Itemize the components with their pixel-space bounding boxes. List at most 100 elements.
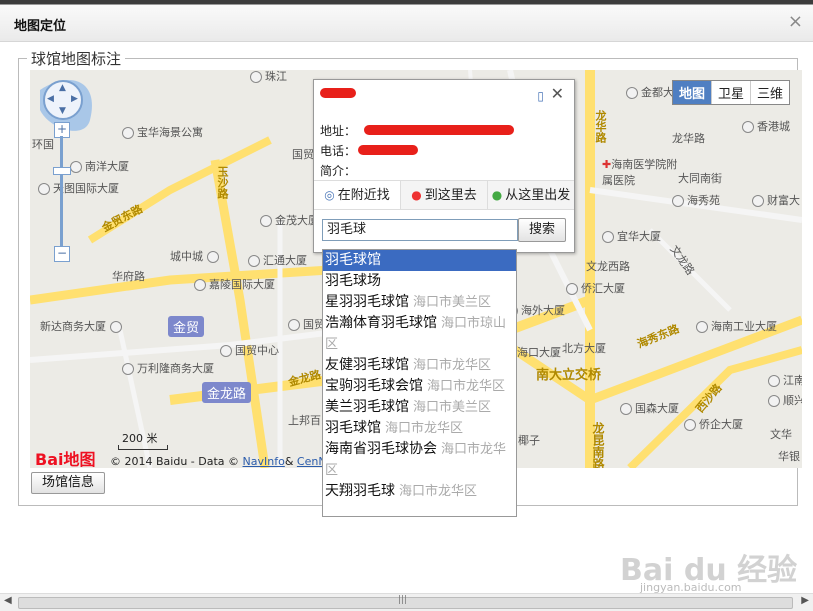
map-type-satellite[interactable]: 卫星 xyxy=(710,81,750,104)
map-area-label: 金贸 xyxy=(168,316,205,337)
map-label: 侨企大厦 xyxy=(684,416,743,432)
map-label: ✚海南医学院附属医院 xyxy=(602,158,678,187)
map-label: 宜华大厦 xyxy=(602,228,661,244)
map-label: 江南 xyxy=(768,372,802,388)
map-label: 文龙西路 xyxy=(586,260,630,273)
map-label: 海南工业大厦 xyxy=(696,318,777,334)
poi-icon xyxy=(122,127,134,139)
map-label: 新达商务大厦 xyxy=(40,318,125,334)
redacted-address xyxy=(364,125,514,135)
close-icon[interactable]: × xyxy=(788,11,803,32)
info-window-close-icon[interactable]: ✕ xyxy=(551,84,564,103)
scroll-left-icon[interactable]: ◀ xyxy=(4,595,12,606)
suggestion-item[interactable]: 宝驹羽毛球会馆 海口市龙华区 xyxy=(323,376,516,397)
map-label: 嘉陵国际大厦 xyxy=(194,276,275,292)
pan-right-icon[interactable]: ▶ xyxy=(71,94,78,104)
poi-icon xyxy=(260,215,272,227)
address-label: 地址： xyxy=(320,124,357,138)
suggestion-item[interactable]: 美兰羽毛球馆 海口市美兰区 xyxy=(323,397,516,418)
poi-icon xyxy=(288,319,300,331)
map-copyright: © 2014 Baidu - Data © NavInfo& CenNavi & xyxy=(110,455,355,468)
map-label: 汇通大厦 xyxy=(248,252,307,268)
map-label: 宝华海景公寓 xyxy=(122,124,203,140)
poi-icon xyxy=(696,321,708,333)
map-label: 顺兴大 xyxy=(768,392,802,408)
navinfo-link[interactable]: NavInfo xyxy=(243,455,285,468)
hospital-icon: ✚ xyxy=(602,158,612,171)
search-button[interactable]: 搜索 xyxy=(518,218,566,242)
poi-icon xyxy=(602,231,614,243)
poi-icon xyxy=(768,395,780,407)
map-label: 北方大厦 xyxy=(562,342,606,355)
map-label: 大同南街 xyxy=(678,172,722,185)
redacted-name xyxy=(320,88,356,98)
suggestion-item[interactable]: 海南省羽毛球协会 海口市龙华区 xyxy=(323,439,516,481)
map-label: 城中城 xyxy=(170,248,222,264)
pan-down-icon[interactable]: ▼ xyxy=(59,106,66,116)
suggestion-item[interactable]: 天翔羽毛球 海口市龙华区 xyxy=(323,481,516,502)
poi-icon xyxy=(248,255,260,267)
map-area-label: 金龙路 xyxy=(202,382,252,403)
dialog-title: 地图定位 xyxy=(14,19,67,34)
poi-icon xyxy=(250,71,262,83)
map-pan-control[interactable]: ▲ ▼ ◀ ▶ xyxy=(43,80,83,120)
zoom-slider-track[interactable] xyxy=(60,136,63,246)
scrollbar-grip-icon: ||| xyxy=(398,595,408,605)
suggestion-item[interactable]: 友健羽毛球馆 海口市龙华区 xyxy=(323,355,516,376)
road-label: 玉沙路 xyxy=(216,166,229,199)
poi-icon xyxy=(206,251,219,263)
map-type-map[interactable]: 地图 xyxy=(672,81,711,104)
map-type-3d[interactable]: 三维 xyxy=(749,81,789,104)
map-zoom-control: ▲ ▼ ◀ ▶ + − xyxy=(43,80,83,262)
road-label: 龙华路 xyxy=(594,110,607,143)
poi-icon xyxy=(194,279,206,291)
map-label: 华府路 xyxy=(112,270,145,283)
info-window-tabs: ◎ 在附近找 ● 到这里去 ● 从这里出发 xyxy=(314,180,574,210)
map-label: 文华 xyxy=(770,428,792,441)
map-type-switch: 地图 卫星 三维 xyxy=(671,80,790,105)
scale-label: 200 米 xyxy=(122,432,158,445)
poi-icon xyxy=(684,419,696,431)
nearby-search-input[interactable]: 羽毛球 xyxy=(322,219,518,241)
scale-bar xyxy=(118,445,168,450)
poi-icon xyxy=(752,195,764,207)
road-label: 南大立交桥 xyxy=(536,368,602,383)
horizontal-scrollbar[interactable]: ◀ ||| ▶ xyxy=(0,593,813,611)
map-label: 国森大厦 xyxy=(620,400,679,416)
redacted-phone xyxy=(358,145,418,155)
mobile-icon[interactable]: ▯ xyxy=(537,89,544,103)
poi-icon xyxy=(742,121,754,133)
tab-start-here[interactable]: ● 从这里出发 xyxy=(488,181,574,209)
road-label: 龙昆南路 xyxy=(591,422,605,468)
search-suggestion-list: 羽毛球馆 羽毛球场 星羽羽毛球馆 海口市美兰区 浩瀚体育羽毛球馆 海口市琼山区 友健… xyxy=(322,249,517,517)
suggestion-item[interactable]: 浩瀚体育羽毛球馆 海口市琼山区 xyxy=(323,313,516,355)
pan-left-icon[interactable]: ◀ xyxy=(47,94,54,104)
tab-nearby[interactable]: ◎ 在附近找 xyxy=(314,181,401,209)
tab-go-here[interactable]: ● 到这里去 xyxy=(401,181,488,209)
venue-info-button[interactable]: 场馆信息 xyxy=(31,472,105,494)
pan-up-icon[interactable]: ▲ xyxy=(59,83,66,93)
pin-green-icon: ● xyxy=(491,188,503,202)
fieldset-legend: 球馆地图标注 xyxy=(31,50,122,68)
map-label: 万利隆商务大厦 xyxy=(122,360,214,376)
poi-icon xyxy=(620,403,632,415)
poi-icon xyxy=(672,195,684,207)
zoom-slider-handle[interactable] xyxy=(53,167,71,175)
suggestion-item[interactable]: 星羽羽毛球馆 海口市美兰区 xyxy=(323,292,516,313)
poi-icon xyxy=(768,375,780,387)
poi-icon xyxy=(626,87,638,99)
map-label: 珠江 xyxy=(250,70,287,84)
map-label: 金都大 xyxy=(626,84,674,100)
poi-icon xyxy=(122,363,134,375)
scroll-right-icon[interactable]: ▶ xyxy=(801,595,809,606)
search-icon: ◎ xyxy=(324,188,335,202)
map-label: 华银 xyxy=(778,450,800,463)
map-label: 龙华路 xyxy=(672,132,705,145)
pin-red-icon: ● xyxy=(411,188,422,202)
suggestion-item[interactable]: 羽毛球馆 xyxy=(323,250,516,271)
map-label: 国贸中心 xyxy=(220,342,279,358)
dialog-titlebar: 地图定位 × xyxy=(0,5,813,42)
zoom-out-button[interactable]: − xyxy=(54,246,70,262)
suggestion-item[interactable]: 羽毛球场 xyxy=(323,271,516,292)
suggestion-item[interactable]: 羽毛球馆 海口市龙华区 xyxy=(323,418,516,439)
